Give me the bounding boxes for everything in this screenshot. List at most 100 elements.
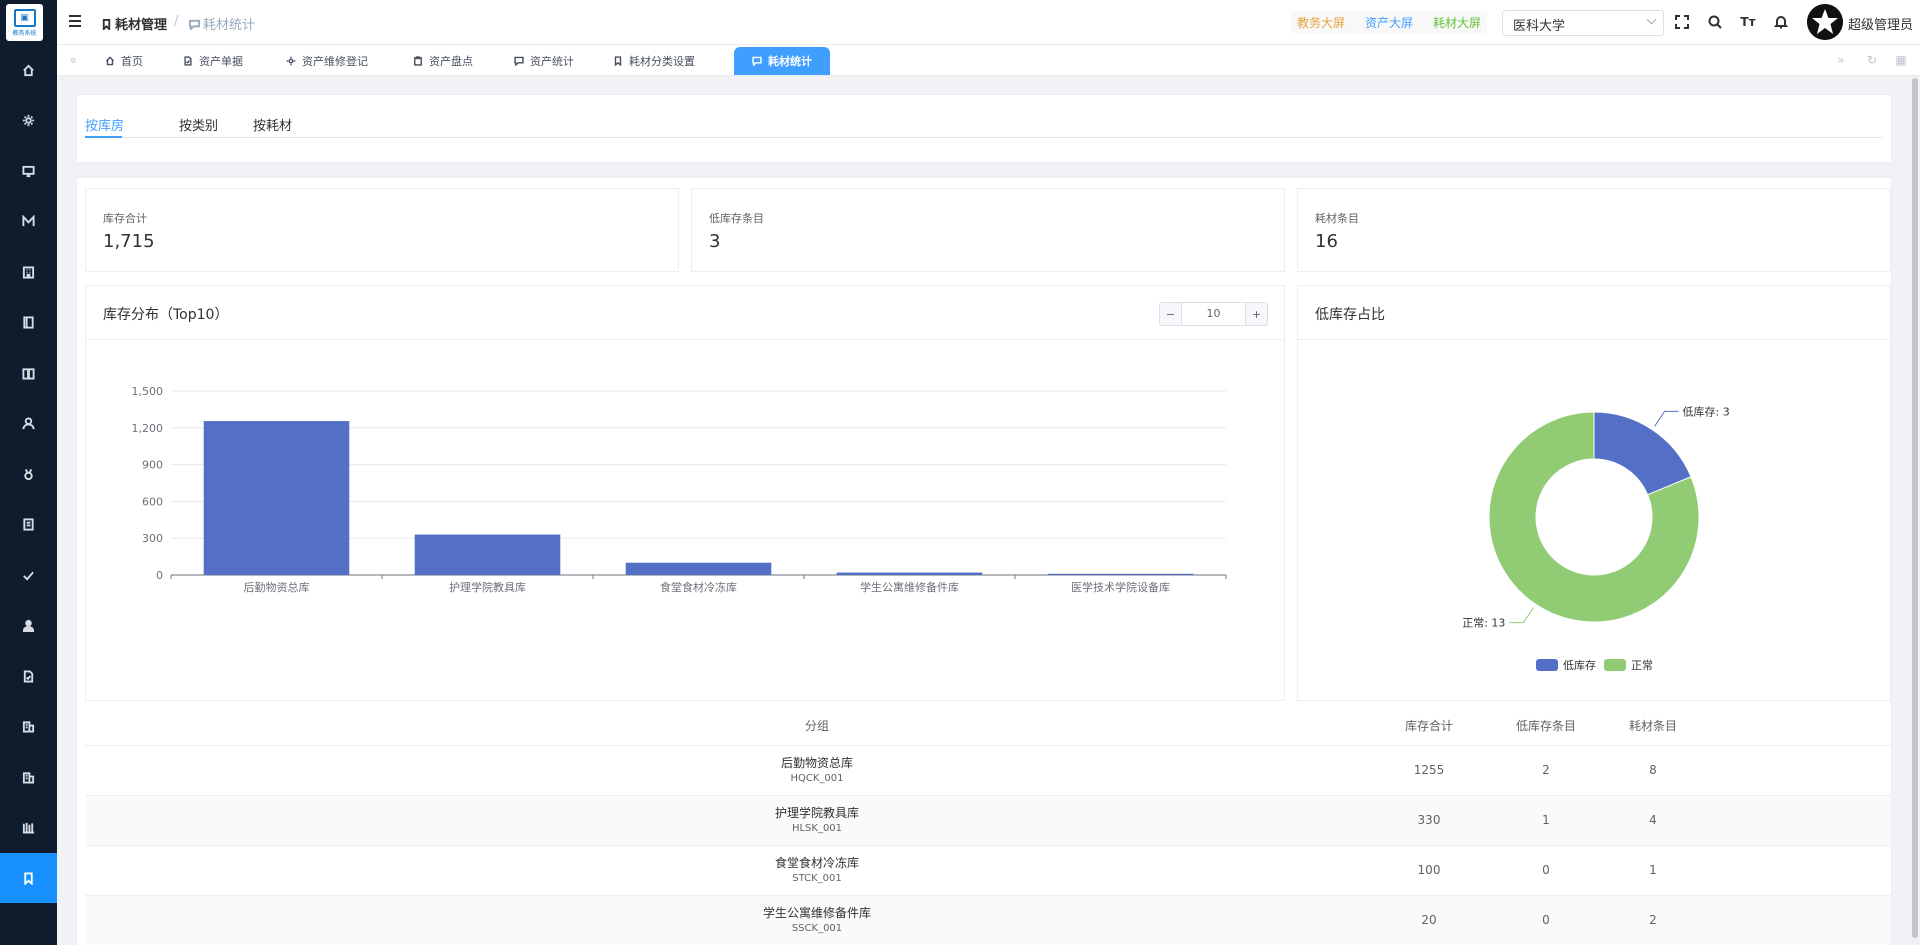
slice-label-line xyxy=(1654,410,1679,427)
medal-icon xyxy=(24,468,33,480)
sidebar-item-office[interactable] xyxy=(0,702,57,752)
tab-3[interactable]: 资产维修登记 xyxy=(286,47,368,75)
logo-caption: 教务系统 xyxy=(12,29,37,37)
warehouse-code: SSCK_001 xyxy=(791,923,843,934)
table-row[interactable]: 护理学院教具库 HLSK_001 330 1 4 xyxy=(85,796,1891,846)
link-asset-screen[interactable]: 资产大屏 xyxy=(1365,14,1413,31)
tab-1[interactable]: 首页 xyxy=(105,47,143,75)
column-header-items[interactable]: 耗材条目 xyxy=(1629,717,1677,734)
legend-label: 正常 xyxy=(1631,659,1653,672)
column-header-group[interactable]: 分组 xyxy=(805,717,829,734)
stat-low-stock: 低库存条目 3 xyxy=(691,188,1285,272)
tags-scroll-left-icon[interactable]: « xyxy=(66,53,80,67)
top-n-stepper[interactable]: − 10 + xyxy=(1159,302,1268,326)
slice-label: 正常: 13 xyxy=(1462,617,1505,630)
column-header-total[interactable]: 库存合计 xyxy=(1405,717,1453,734)
tab-7[interactable]: 耗材统计 xyxy=(734,47,830,75)
bell-icon[interactable] xyxy=(1773,14,1789,30)
cell-group: 学生公寓维修备件库 SSCK_001 xyxy=(763,904,871,936)
warehouse-code: STCK_001 xyxy=(792,873,842,884)
org-select-value: 医科大学 xyxy=(1513,19,1566,34)
office-icon xyxy=(22,721,35,733)
cell-items: 8 xyxy=(1649,763,1657,777)
sidebar-item-notebook[interactable] xyxy=(0,500,57,550)
sidebar-item-open-book[interactable] xyxy=(0,348,57,398)
bookmark-icon xyxy=(102,19,111,32)
column-header-low[interactable]: 低库存条目 xyxy=(1516,717,1576,734)
sidebar-item-person[interactable] xyxy=(0,601,57,651)
cell-low: 2 xyxy=(1542,763,1550,777)
stat-label: 库存合计 xyxy=(103,212,147,225)
tab-label: 首页 xyxy=(121,55,143,68)
tab-5[interactable]: 资产统计 xyxy=(514,47,574,75)
sidebar-item-home[interactable] xyxy=(0,45,57,95)
font-size-icon[interactable]: Tт xyxy=(1740,14,1756,30)
stock-distribution-panel: 库存分布（Top10） − 10 + 0 300 600 900 1,200 1,500 后… xyxy=(85,285,1285,701)
tab-2[interactable]: 资产单据 xyxy=(183,47,243,75)
tab-4[interactable]: 资产盘点 xyxy=(413,47,473,75)
tags-scroll-right-icon[interactable]: » xyxy=(1834,53,1848,67)
table-row[interactable]: 学生公寓维修备件库 SSCK_001 20 0 2 xyxy=(85,896,1891,945)
donut-chart: 低库存: 3 正常: 13 低库存 正常 xyxy=(1462,404,1730,672)
sidebar-item-bookmark[interactable] xyxy=(0,853,57,903)
panel-title: 低库存占比 xyxy=(1315,307,1385,323)
breadcrumb-separator: / xyxy=(174,14,179,29)
tab-by-category[interactable]: 按类别 xyxy=(179,115,218,134)
warehouse-name: 食堂食材冷冻库 xyxy=(774,856,860,870)
legend-swatch xyxy=(1536,659,1558,671)
sidebar-item-monitor[interactable] xyxy=(0,146,57,196)
vertical-scrollbar[interactable] xyxy=(1912,76,1918,945)
sidebar-item-settings[interactable] xyxy=(0,96,57,146)
y-tick-label: 600 xyxy=(142,495,163,508)
refresh-icon[interactable]: ↻ xyxy=(1865,53,1879,67)
fullscreen-icon[interactable] xyxy=(1674,14,1690,30)
slice-label: 低库存: 3 xyxy=(1683,404,1730,418)
cell-total: 20 xyxy=(1421,913,1437,927)
increment-button[interactable]: + xyxy=(1245,303,1267,325)
chat-icon xyxy=(514,56,524,66)
grid-menu-icon[interactable]: ▦ xyxy=(1894,53,1908,67)
sidebar-item-medal[interactable] xyxy=(0,449,57,499)
user-name[interactable]: 超级管理员 xyxy=(1848,14,1913,33)
breadcrumb-item-parent[interactable]: 耗材管理 xyxy=(101,14,167,33)
search-icon[interactable] xyxy=(1707,14,1723,30)
warehouse-table: 分组 库存合计 低库存条目 耗材条目 后勤物资总库 HQCK_001 1255 2 8 护… xyxy=(85,705,1891,945)
link-teaching-screen[interactable]: 教务大屏 xyxy=(1297,14,1345,31)
cell-total: 330 xyxy=(1417,813,1441,827)
home-icon xyxy=(23,64,34,76)
tab-label: 资产统计 xyxy=(530,55,574,68)
scrollbar-thumb[interactable] xyxy=(1912,78,1918,938)
avatar[interactable] xyxy=(1807,4,1843,40)
tab-by-consumable[interactable]: 按耗材 xyxy=(253,115,292,134)
table-row[interactable]: 后勤物资总库 HQCK_001 1255 2 8 xyxy=(85,746,1891,796)
decrement-button[interactable]: − xyxy=(1160,303,1182,325)
gear-icon xyxy=(286,56,296,66)
stats-card: 库存合计 1,715 低库存条目 3 耗材条目 16 库存分布（Top10） −… xyxy=(76,177,1892,945)
office2-icon xyxy=(22,771,35,784)
sidebar-item-office2[interactable] xyxy=(0,752,57,802)
tab-by-warehouse[interactable]: 按库房 xyxy=(85,115,124,134)
sidebar-item-document[interactable] xyxy=(0,651,57,701)
stepper-value[interactable]: 10 xyxy=(1182,303,1245,325)
user-icon xyxy=(22,417,35,430)
building-icon xyxy=(22,265,35,279)
table-row[interactable]: 食堂食材冷冻库 STCK_001 100 0 1 xyxy=(85,846,1891,896)
hamburger-menu-icon[interactable] xyxy=(69,15,81,27)
app-logo[interactable]: ▣ 教务系统 xyxy=(6,4,43,41)
cell-items: 2 xyxy=(1649,913,1657,927)
person-icon xyxy=(22,619,35,632)
sidebar-item-user[interactable] xyxy=(0,399,57,449)
y-tick-label: 1,200 xyxy=(132,422,164,435)
sidebar-item-brand-m[interactable] xyxy=(0,197,57,247)
dashboard-links: 教务大屏 资产大屏 耗材大屏 xyxy=(1291,11,1488,33)
sidebar-item-book[interactable] xyxy=(0,298,57,348)
org-select[interactable]: 医科大学 xyxy=(1502,10,1664,36)
view-tabs-card: 按库房 按类别 按耗材 xyxy=(76,94,1892,163)
link-consumable-screen[interactable]: 耗材大屏 xyxy=(1433,14,1481,31)
sidebar-item-building[interactable] xyxy=(0,247,57,297)
tab-6[interactable]: 耗材分类设置 xyxy=(613,47,695,75)
sidebar-item-check[interactable] xyxy=(0,550,57,600)
warehouse-name: 护理学院教具库 xyxy=(774,806,860,820)
tab-label: 资产维修登记 xyxy=(302,55,368,68)
sidebar-item-library[interactable] xyxy=(0,803,57,853)
